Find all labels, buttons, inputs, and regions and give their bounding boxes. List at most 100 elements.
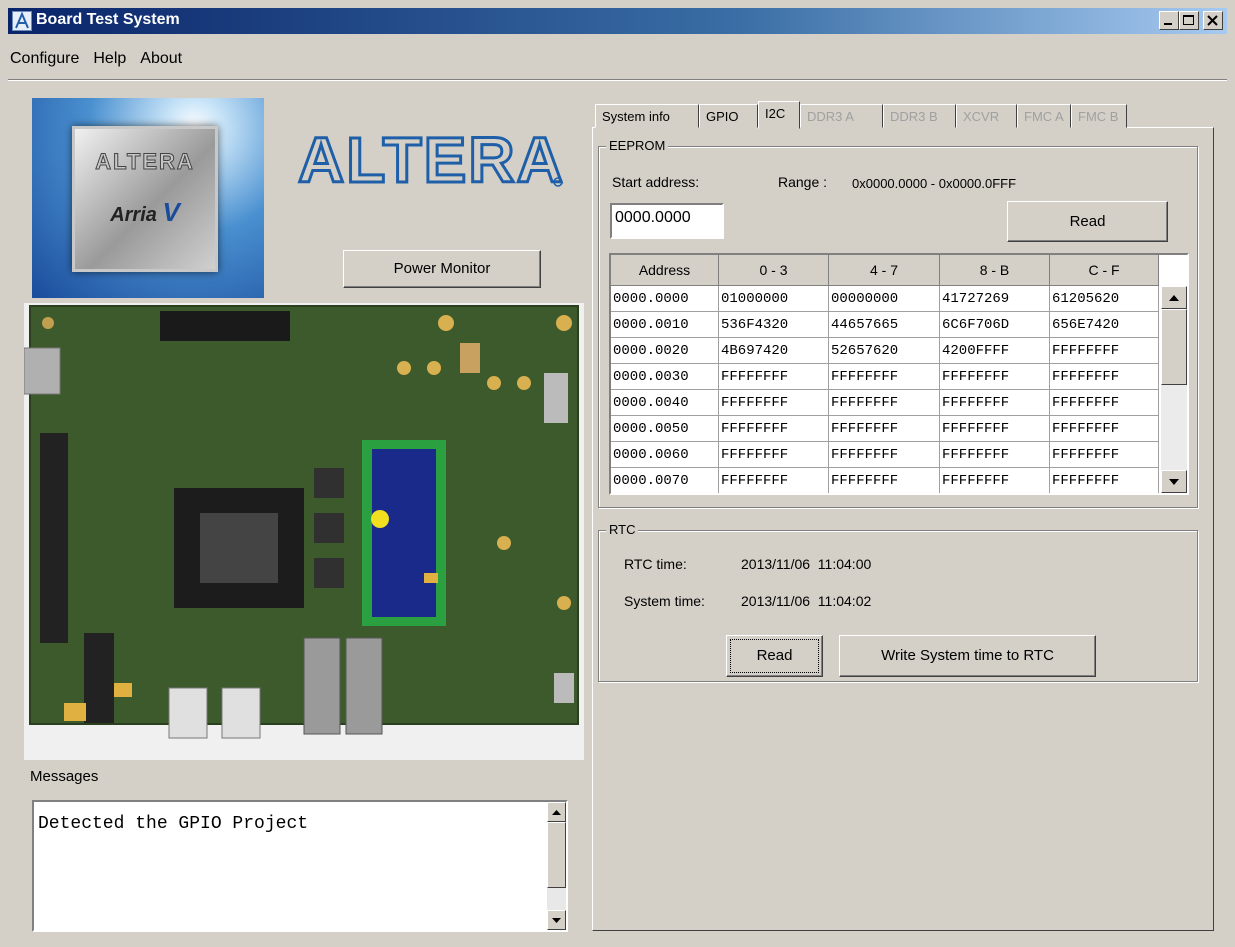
data-cell[interactable]: 01000000 [719, 286, 829, 312]
rtc-time-label: RTC time: [624, 556, 687, 572]
arria-v-chip-logo: ALTERA Arria V [32, 98, 264, 298]
menu-divider [8, 79, 1227, 81]
address-cell[interactable]: 0000.0060 [611, 442, 719, 468]
table-row[interactable]: 0000.0020 4B697420 52657620 4200FFFF FFFFFFF… [611, 338, 1159, 364]
address-cell[interactable]: 0000.0010 [611, 312, 719, 338]
data-cell[interactable]: 656E7420 [1050, 312, 1159, 338]
address-cell[interactable]: 0000.0040 [611, 390, 719, 416]
tab-fmc-a: FMC A [1017, 104, 1071, 128]
start-address-label: Start address: [612, 174, 700, 190]
chip-brand-text: ALTERA [95, 149, 195, 175]
data-cell[interactable]: FFFFFFFF [829, 468, 940, 493]
address-cell[interactable]: 0000.0070 [611, 468, 719, 493]
tab-ddr3-b: DDR3 B [883, 104, 956, 128]
address-cell[interactable]: 0000.0050 [611, 416, 719, 442]
data-cell[interactable]: 44657665 [829, 312, 940, 338]
data-cell[interactable]: FFFFFFFF [719, 364, 829, 390]
tab-i2c[interactable]: I2C [758, 101, 800, 129]
rtc-group-title: RTC [606, 522, 639, 537]
data-cell[interactable]: FFFFFFFF [940, 468, 1050, 493]
close-icon[interactable] [1203, 11, 1223, 30]
data-cell[interactable]: FFFFFFFF [719, 442, 829, 468]
data-cell[interactable]: 4B697420 [719, 338, 829, 364]
messages-label: Messages [30, 768, 99, 785]
scroll-down-icon[interactable] [547, 910, 566, 930]
data-cell[interactable]: 41727269 [940, 286, 1050, 312]
column-header-0-3[interactable]: 0 - 3 [719, 255, 829, 286]
rtc-read-button[interactable]: Read [726, 635, 823, 677]
address-cell[interactable]: 0000.0020 [611, 338, 719, 364]
data-cell[interactable]: FFFFFFFF [1050, 416, 1159, 442]
tab-xcvr: XCVR [956, 104, 1017, 128]
menu-bar: Configure Help About [8, 46, 194, 74]
data-cell[interactable]: FFFFFFFF [940, 390, 1050, 416]
range-label: Range : [778, 174, 828, 190]
main-window: Board Test System Configure Help About ALT… [0, 0, 1235, 947]
altera-a-icon [12, 11, 32, 31]
column-header-4-7[interactable]: 4 - 7 [829, 255, 940, 286]
table-row[interactable]: 0000.0030 FFFFFFFF FFFFFFFF FFFFFFFF FFFFFFF… [611, 364, 1159, 390]
data-cell[interactable]: FFFFFFFF [940, 442, 1050, 468]
data-cell[interactable]: 536F4320 [719, 312, 829, 338]
table-row[interactable]: 0000.0040 FFFFFFFF FFFFFFFF FFFFFFFF FFFFFFF… [611, 390, 1159, 416]
messages-box[interactable]: Detected the GPIO Project [32, 800, 568, 932]
altera-logo: ALTERA [296, 130, 566, 190]
data-cell[interactable]: FFFFFFFF [1050, 468, 1159, 493]
menu-about[interactable]: About [138, 46, 184, 72]
power-monitor-button[interactable]: Power Monitor [343, 250, 541, 288]
message-line: Detected the GPIO Project [38, 814, 309, 834]
address-cell[interactable]: 0000.0000 [611, 286, 719, 312]
data-cell[interactable]: FFFFFFFF [940, 364, 1050, 390]
table-scroll-thumb[interactable] [1161, 309, 1187, 385]
data-cell[interactable]: FFFFFFFF [1050, 442, 1159, 468]
data-cell[interactable]: FFFFFFFF [829, 442, 940, 468]
maximize-icon[interactable] [1179, 11, 1199, 30]
table-scroll-up-icon[interactable] [1161, 286, 1187, 309]
data-cell[interactable]: FFFFFFFF [1050, 390, 1159, 416]
address-cell[interactable]: 0000.0030 [611, 364, 719, 390]
chip-model-suffix: V [162, 197, 180, 227]
column-header-c-f[interactable]: C - F [1050, 255, 1159, 286]
data-cell[interactable]: 4200FFFF [940, 338, 1050, 364]
table-row[interactable]: 0000.0070 FFFFFFFF FFFFFFFF FFFFFFFF FFFFFFF… [611, 468, 1159, 493]
table-row[interactable]: 0000.0050 FFFFFFFF FFFFFFFF FFFFFFFF FFFFFFF… [611, 416, 1159, 442]
table-scroll-down-icon[interactable] [1161, 470, 1187, 493]
scroll-thumb[interactable] [547, 822, 566, 888]
column-header-8-b[interactable]: 8 - B [940, 255, 1050, 286]
write-system-time-button[interactable]: Write System time to RTC [839, 635, 1096, 677]
data-cell[interactable]: 6C6F706D [940, 312, 1050, 338]
data-cell[interactable]: FFFFFFFF [940, 416, 1050, 442]
eeprom-table[interactable]: Address 0 - 3 4 - 7 8 - B C - F 0000.000… [609, 253, 1189, 495]
table-row[interactable]: 0000.0010 536F4320 44657665 6C6F706D 656E742… [611, 312, 1159, 338]
chip-model-name: Arria [110, 204, 157, 226]
scroll-up-icon[interactable] [547, 802, 566, 822]
column-header-address[interactable]: Address [611, 255, 719, 286]
data-cell[interactable]: FFFFFFFF [1050, 338, 1159, 364]
tab-gpio[interactable]: GPIO [699, 104, 758, 128]
data-cell[interactable]: 52657620 [829, 338, 940, 364]
window-title: Board Test System [36, 11, 180, 28]
rtc-time-value: 2013/11/06 11:04:00 [741, 556, 872, 572]
data-cell[interactable]: FFFFFFFF [719, 468, 829, 493]
data-cell[interactable]: FFFFFFFF [829, 364, 940, 390]
data-cell[interactable]: FFFFFFFF [719, 390, 829, 416]
data-cell[interactable]: FFFFFFFF [829, 390, 940, 416]
data-cell[interactable]: FFFFFFFF [1050, 364, 1159, 390]
messages-scrollbar[interactable] [547, 802, 566, 930]
menu-help[interactable]: Help [91, 46, 128, 72]
eeprom-read-button[interactable]: Read [1007, 201, 1168, 242]
table-scrollbar[interactable] [1161, 286, 1187, 493]
table-row[interactable]: 0000.0000 01000000 00000000 41727269 6120562… [611, 286, 1159, 312]
data-cell[interactable]: 61205620 [1050, 286, 1159, 312]
chip-model-text: Arria V [75, 197, 215, 228]
data-cell[interactable]: FFFFFFFF [829, 416, 940, 442]
minimize-icon[interactable] [1159, 11, 1179, 30]
tab-ddr3-a: DDR3 A [800, 104, 883, 128]
start-address-input[interactable]: 0000.0000 [610, 203, 724, 239]
tab-system-info[interactable]: System info [595, 104, 699, 128]
data-cell[interactable]: 00000000 [829, 286, 940, 312]
menu-configure[interactable]: Configure [8, 46, 81, 72]
title-bar[interactable]: Board Test System [8, 8, 1227, 34]
data-cell[interactable]: FFFFFFFF [719, 416, 829, 442]
table-row[interactable]: 0000.0060 FFFFFFFF FFFFFFFF FFFFFFFF FFFFFFF… [611, 442, 1159, 468]
